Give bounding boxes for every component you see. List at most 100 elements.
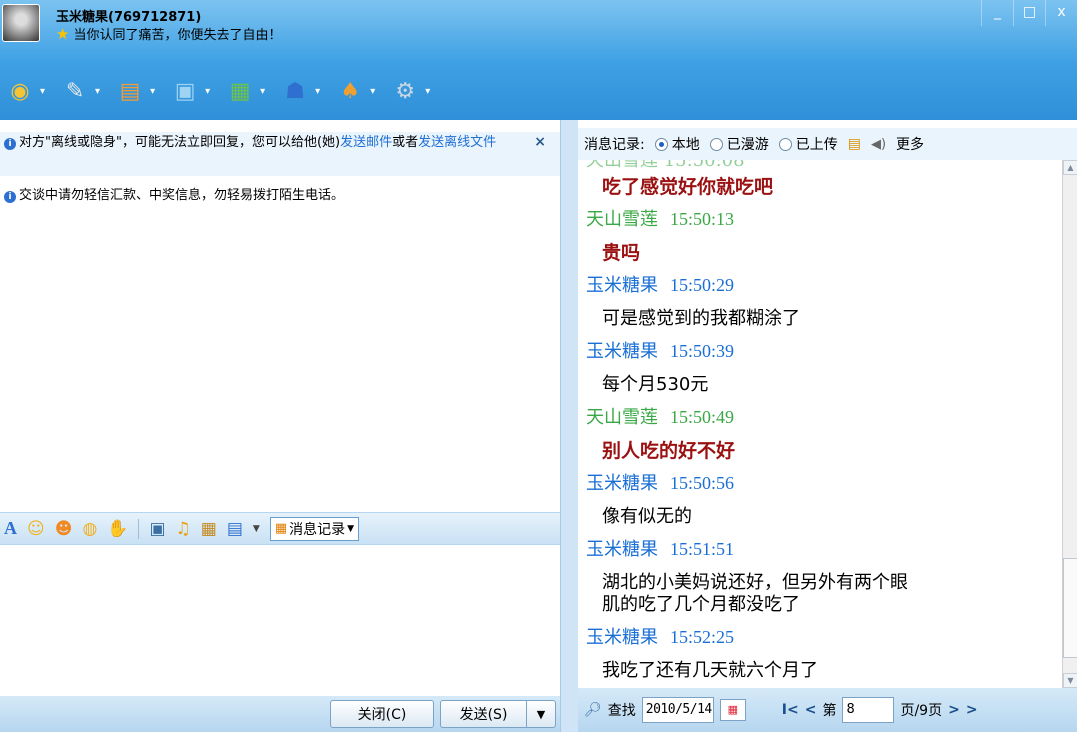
scroll-up-button[interactable]: ▲	[1063, 160, 1077, 175]
send-button[interactable]: 发送(S)	[440, 700, 526, 728]
chevron-down-icon[interactable]: ▾	[425, 86, 430, 97]
scroll-down-button[interactable]: ▼	[1063, 673, 1077, 688]
send-file-icon[interactable]: ▤	[114, 75, 146, 107]
avatar[interactable]	[2, 4, 40, 42]
divider	[138, 518, 140, 539]
close-notice-icon[interactable]: ×	[534, 134, 546, 151]
history-icon: ▦	[274, 521, 288, 536]
radio-uploaded-label: 已上传	[795, 137, 838, 153]
radio-roamed[interactable]: 已漫游	[709, 134, 769, 154]
gift-icon[interactable]: ▦	[201, 519, 217, 539]
apps-icon[interactable]: ♠	[334, 75, 366, 107]
export-icon[interactable]: ▤	[848, 136, 861, 152]
message-text: 我吃了还有几天就六个月了	[602, 660, 818, 681]
radio-roamed-label: 已漫游	[726, 137, 769, 153]
sender-name: 玉米糖果	[586, 539, 658, 560]
chevron-down-icon[interactable]: ▾	[260, 86, 265, 97]
radio-local[interactable]: 本地	[654, 134, 700, 154]
radio-dot	[778, 137, 792, 151]
apps-tool[interactable]: ♠ ▾	[334, 75, 375, 107]
chevron-down-icon[interactable]: ▾	[95, 86, 100, 97]
chevron-down-icon[interactable]: ▾	[370, 86, 375, 97]
message-input[interactable]	[0, 546, 560, 696]
message-tool[interactable]: ▦ ▾	[224, 75, 265, 107]
microphone-icon[interactable]: ✎	[59, 75, 91, 107]
radio-local-label: 本地	[671, 137, 700, 153]
safety-notice-text: 交谈中请勿轻信汇款、中奖信息，勿轻易拨打陌生电话。	[19, 188, 345, 203]
radio-uploaded[interactable]: 已上传	[778, 134, 838, 154]
chevron-down-icon: ▼	[347, 523, 355, 534]
send-file-tool[interactable]: ▤ ▾	[114, 75, 155, 107]
history-pane: 消息记录: 本地 已漫游 已上传 ▤ ◀) 更多 天山雪莲 15:50:08 吃…	[578, 120, 1077, 732]
speaker-icon[interactable]: ◀)	[871, 137, 886, 152]
close-window-button[interactable]: x	[1045, 0, 1077, 26]
date-field[interactable]: 2010/5/14	[641, 697, 714, 723]
first-page-button[interactable]: I<	[782, 702, 799, 718]
maximize-button[interactable]: □	[1013, 0, 1045, 26]
send-options-button[interactable]: ▼	[526, 700, 556, 728]
settings-tool[interactable]: ⚙ ▾	[389, 75, 430, 107]
chevron-down-icon[interactable]: ▾	[205, 86, 210, 97]
conversation-pane: i 对方"离线或隐身"，可能无法立即回复，您可以给他(她)发送邮件或者发送离线文件…	[0, 120, 560, 732]
title-bar: 玉米糖果(769712871) ★ 当你认同了痛苦，你便失去了自由！ _ □ x	[0, 0, 1077, 62]
message-header: 玉米糖果 15:50:56	[586, 469, 734, 495]
scroll-thumb[interactable]	[1063, 558, 1077, 658]
contact-name: 玉米糖果(769712871)	[56, 10, 202, 25]
message-history-button[interactable]: ▦ 消息记录 ▼	[269, 516, 360, 541]
star-icon: ★	[56, 24, 70, 43]
magic-face-icon[interactable]: ☻	[55, 519, 73, 539]
page-prefix: 第	[822, 703, 837, 719]
message-text: 吃了感觉好你就吃吧	[602, 176, 774, 198]
message-header: 天山雪莲 15:50:13	[586, 205, 734, 231]
settings-icon[interactable]: ⚙	[389, 75, 421, 107]
chevron-down-icon[interactable]: ▾	[315, 86, 320, 97]
sender-name: 天山雪莲	[586, 209, 658, 230]
chevron-down-icon[interactable]: ▼	[253, 524, 260, 534]
message-history-label: 消息记录	[289, 521, 346, 538]
music-icon[interactable]: ♫	[176, 519, 191, 539]
send-offline-file-link[interactable]: 发送离线文件	[418, 135, 496, 150]
group-icon[interactable]: ☗	[279, 75, 311, 107]
group-tool[interactable]: ☗ ▾	[279, 75, 320, 107]
safety-notice: i 交谈中请勿轻信汇款、中奖信息，勿轻易拨打陌生电话。	[0, 184, 560, 203]
offline-notice: i 对方"离线或隐身"，可能无法立即回复，您可以给他(她)发送邮件或者发送离线文件…	[0, 132, 560, 176]
message-text: 可是感觉到的我都糊涂了	[602, 308, 800, 329]
search-icon[interactable]: 🔎︎	[584, 702, 602, 718]
prev-page-button[interactable]: <	[805, 702, 817, 718]
more-link[interactable]: 更多	[896, 134, 924, 154]
find-label[interactable]: 查找	[608, 700, 636, 720]
image-icon[interactable]: ▣	[149, 519, 165, 539]
next-page-button[interactable]: >	[948, 702, 960, 718]
minimize-button[interactable]: _	[981, 0, 1013, 26]
font-icon[interactable]: A	[4, 518, 17, 539]
video-icon[interactable]: ◉	[4, 75, 36, 107]
input-toolbar: A ☺ ☻ ◍ ✋ ▣ ♫ ▦ ▤ ▼ ▦ 消息记录 ▼	[0, 512, 560, 545]
message-header-clipped: 天山雪莲 15:50:08	[586, 160, 745, 171]
send-email-link[interactable]: 发送邮件	[340, 135, 392, 150]
scrollbar[interactable]: ▲ ▼	[1062, 160, 1077, 688]
chat-toolbar: ◉ ▾ ✎ ▾ ▤ ▾ ▣ ▾ ▦ ▾ ☗ ▾ ♠ ▾ ⚙ ▾	[0, 62, 1077, 120]
sender-name: 玉米糖果	[586, 341, 658, 362]
message-icon[interactable]: ▦	[224, 75, 256, 107]
shake-icon[interactable]: ◍	[82, 519, 97, 539]
message-text: 每个月530元	[602, 374, 709, 395]
page-input[interactable]: 8	[842, 697, 895, 723]
chevron-down-icon[interactable]: ▾	[150, 86, 155, 97]
pane-splitter[interactable]	[560, 120, 578, 732]
chevron-down-icon[interactable]: ▾	[40, 86, 45, 97]
last-page-button[interactable]: >	[966, 702, 978, 718]
signature-text: 当你认同了痛苦，你便失去了自由！	[73, 28, 282, 43]
hand-icon[interactable]: ✋	[107, 519, 128, 539]
share-screen-tool[interactable]: ▣ ▾	[169, 75, 210, 107]
message-text: 肌的吃了几个月都没吃了	[602, 594, 800, 615]
radio-dot	[654, 137, 668, 151]
close-button[interactable]: 关闭(C)	[330, 700, 434, 728]
window-controls: _ □ x	[981, 0, 1077, 26]
sender-name: 天山雪莲	[586, 407, 658, 428]
screenshot-icon[interactable]: ▤	[227, 519, 243, 539]
calendar-icon[interactable]: ▦	[719, 699, 746, 721]
share-screen-icon[interactable]: ▣	[169, 75, 201, 107]
video-tool[interactable]: ◉ ▾	[4, 75, 45, 107]
microphone-tool[interactable]: ✎ ▾	[59, 75, 100, 107]
smiley-icon[interactable]: ☺	[27, 519, 45, 539]
